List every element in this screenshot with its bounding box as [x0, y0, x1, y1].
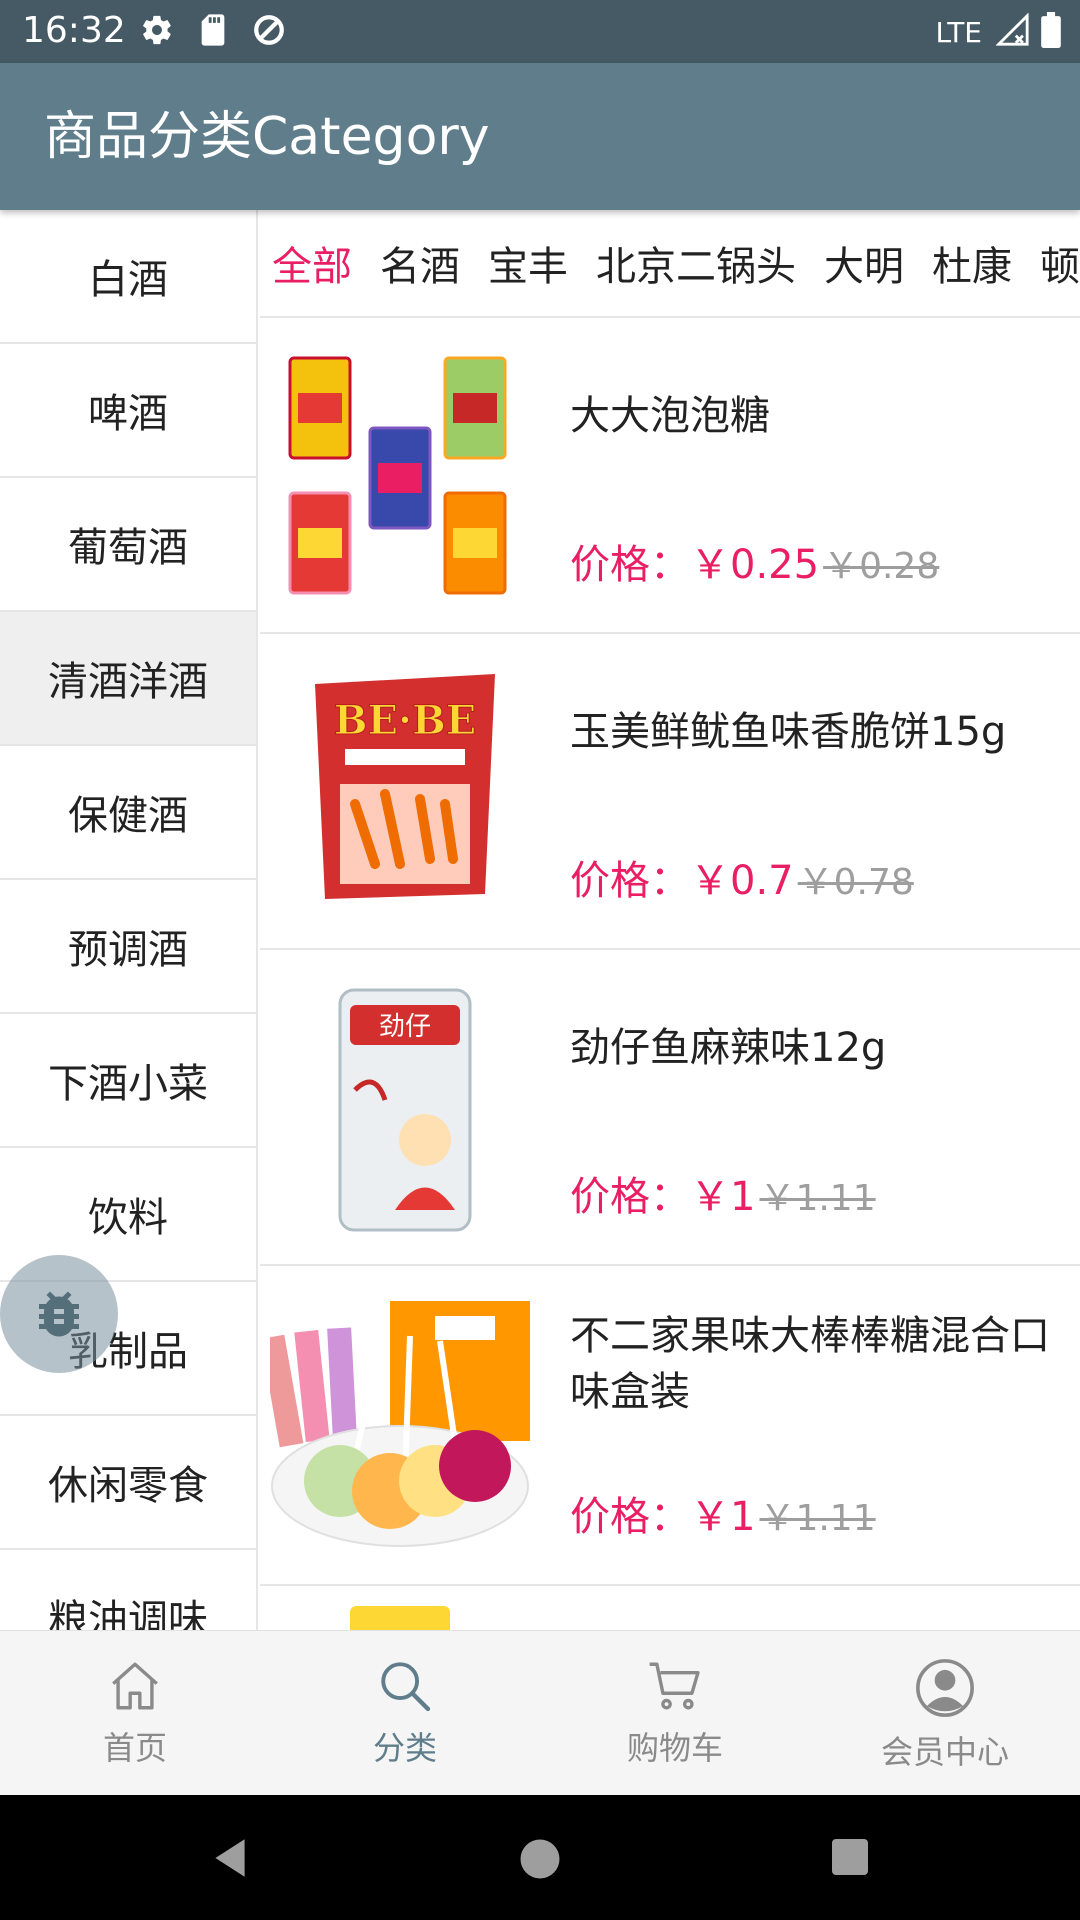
category-label: 白酒	[88, 257, 168, 303]
price-row: 价格：￥1 ￥1.11	[570, 1492, 876, 1544]
product-name: 玉美鲜鱿鱼味香脆饼15g	[570, 709, 1007, 755]
product-panel: 全部 名酒 宝丰 北京二锅头 大明 杜康 顿 大大泡泡糖 价格：￥0.25 ￥0.…	[260, 210, 1080, 1630]
current-price: ￥0.25	[690, 542, 820, 588]
product-image-text: BE·BE	[334, 697, 477, 744]
account-icon	[916, 1659, 974, 1717]
page-title: 商品分类Category	[44, 107, 490, 167]
category-label: 啤酒	[88, 391, 168, 437]
nav-label: 会员中心	[880, 1733, 1009, 1771]
home-button-icon[interactable]	[514, 1833, 566, 1885]
current-price: ￥0.7	[690, 858, 794, 904]
system-nav-bar	[0, 1795, 1080, 1920]
product-card[interactable]: 大大泡泡糖 价格：￥0.25 ￥0.28	[260, 318, 1080, 634]
original-price: ￥0.28	[823, 546, 940, 587]
debug-bug-button[interactable]	[0, 1255, 118, 1373]
product-name: 大大泡泡糖	[570, 393, 770, 439]
bug-icon	[39, 1291, 79, 1337]
status-icons-right: LTE	[935, 12, 1062, 52]
brand-tab-active[interactable]: 全部	[272, 234, 352, 292]
product-image	[288, 356, 507, 595]
category-item[interactable]: 粮油调味	[0, 1550, 256, 1630]
brand-tab[interactable]: 杜康	[932, 234, 1012, 292]
category-label: 清酒洋酒	[48, 659, 208, 705]
brand-tab[interactable]: 北京二锅头	[596, 234, 796, 292]
nav-label: 购物车	[626, 1729, 723, 1767]
category-label: 饮料	[88, 1195, 168, 1241]
category-sidebar[interactable]: 白酒 啤酒 葡萄酒 清酒洋酒 保健酒 预调酒 下酒小菜 饮料 乳制品 休闲零食 …	[0, 210, 258, 1630]
category-item[interactable]: 休闲零食	[0, 1416, 256, 1550]
brand-tab[interactable]: 宝丰	[488, 234, 568, 292]
brand-tab[interactable]: 名酒	[380, 234, 460, 292]
status-time: 16:32	[22, 10, 126, 51]
category-item[interactable]: 葡萄酒	[0, 478, 256, 612]
nav-label: 分类	[372, 1729, 437, 1767]
category-label: 葡萄酒	[68, 525, 188, 571]
brand-tab[interactable]: 顿	[1040, 234, 1080, 292]
category-item[interactable]: 预调酒	[0, 880, 256, 1014]
sd-card-icon	[198, 13, 228, 51]
gear-icon	[140, 13, 174, 51]
nav-member[interactable]: 会员中心	[810, 1631, 1080, 1795]
cart-icon	[649, 1662, 700, 1710]
status-icons-left	[140, 12, 286, 52]
status-bar: 16:32 LTE	[0, 0, 1080, 63]
battery-icon	[1040, 12, 1062, 52]
product-card-partial[interactable]	[260, 1586, 1080, 1630]
price-label: 价格：	[570, 1174, 690, 1220]
category-label: 下酒小菜	[48, 1061, 208, 1107]
product-image	[270, 1301, 530, 1547]
network-type: LTE	[935, 15, 982, 49]
nav-category[interactable]: 分类	[270, 1631, 540, 1795]
search-icon	[381, 1662, 431, 1712]
current-price: ￥1	[690, 1494, 756, 1540]
recents-icon[interactable]	[826, 1833, 874, 1881]
product-card[interactable]: 劲仔 劲仔鱼麻辣味12g 价格：￥1 ￥1.11	[260, 950, 1080, 1266]
home-icon	[112, 1662, 158, 1710]
nav-label: 首页	[102, 1729, 167, 1767]
product-name: 不二家果味大棒棒糖混合口味盒装	[570, 1313, 1050, 1415]
category-label: 休闲零食	[48, 1463, 208, 1509]
product-image: BE·BE	[315, 674, 495, 899]
nav-cart[interactable]: 购物车	[540, 1631, 810, 1795]
original-price: ￥1.11	[759, 1178, 876, 1219]
bottom-nav: 首页 分类 购物车 会员中心	[0, 1630, 1080, 1795]
brand-tabs[interactable]: 全部 名酒 宝丰 北京二锅头 大明 杜康 顿	[260, 210, 1080, 318]
product-card[interactable]: 不二家果味大棒棒糖混合口味盒装 价格：￥1 ￥1.11	[260, 1266, 1080, 1586]
brand-tab[interactable]: 大明	[824, 234, 904, 292]
category-label: 预调酒	[68, 927, 188, 973]
original-price: ￥0.78	[797, 862, 914, 903]
product-name: 劲仔鱼麻辣味12g	[570, 1025, 887, 1071]
category-item-active[interactable]: 清酒洋酒	[0, 612, 256, 746]
price-label: 价格：	[570, 1494, 690, 1540]
product-image	[350, 1606, 450, 1630]
category-label: 粮油调味	[48, 1597, 208, 1630]
signal-icon	[995, 12, 1030, 51]
category-item[interactable]: 保健酒	[0, 746, 256, 880]
price-label: 价格：	[570, 858, 690, 904]
back-icon[interactable]	[205, 1833, 255, 1883]
product-image-text: 劲仔	[379, 1012, 431, 1042]
price-row: 价格：￥1 ￥1.11	[570, 1172, 876, 1224]
category-item[interactable]: 啤酒	[0, 344, 256, 478]
product-image: 劲仔	[338, 988, 472, 1232]
nav-home[interactable]: 首页	[0, 1631, 270, 1795]
price-label: 价格：	[570, 542, 690, 588]
category-label: 保健酒	[68, 793, 188, 839]
product-card[interactable]: BE·BE 玉美鲜鱿鱼味香脆饼15g 价格：￥0.7 ￥0.78	[260, 634, 1080, 950]
app-bar: 商品分类Category	[0, 63, 1080, 210]
price-row: 价格：￥0.25 ￥0.28	[570, 540, 939, 592]
original-price: ￥1.11	[759, 1498, 876, 1539]
category-item[interactable]: 白酒	[0, 210, 256, 344]
current-price: ￥1	[690, 1174, 756, 1220]
price-row: 价格：￥0.7 ￥0.78	[570, 856, 914, 908]
category-item[interactable]: 下酒小菜	[0, 1014, 256, 1148]
data-saver-icon	[252, 13, 286, 51]
